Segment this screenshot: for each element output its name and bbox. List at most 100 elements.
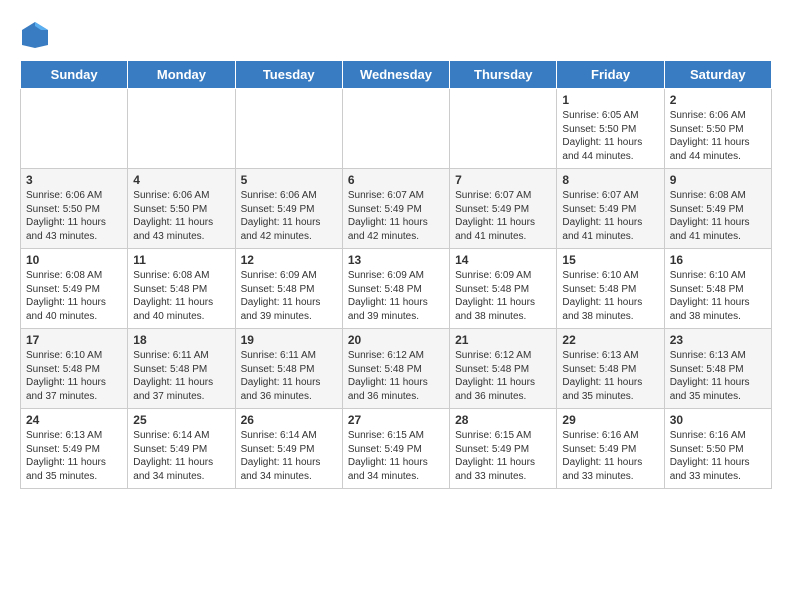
day-info: Sunrise: 6:09 AM Sunset: 5:48 PM Dayligh… — [348, 269, 444, 323]
header — [20, 20, 772, 50]
day-number: 22 — [562, 333, 658, 347]
calendar-cell: 25 Sunrise: 6:14 AM Sunset: 5:49 PM Dayli… — [128, 409, 235, 489]
day-number: 23 — [670, 333, 766, 347]
day-number: 19 — [241, 333, 337, 347]
calendar-cell: 10Sunrise: 6:08 AM Sunset: 5:49 PM Dayli… — [21, 249, 128, 329]
day-info: Sunrise: 6:10 AM Sunset: 5:48 PM Dayligh… — [670, 269, 766, 323]
day-info: Sunrise: 6:07 AM Sunset: 5:49 PM Dayligh… — [455, 189, 551, 243]
calendar-cell — [21, 89, 128, 169]
calendar-cell — [235, 89, 342, 169]
day-number: 21 — [455, 333, 551, 347]
header-day-saturday: Saturday — [664, 61, 771, 89]
day-number: 2 — [670, 93, 766, 107]
day-info: Sunrise: 6:15 AM Sunset: 5:49 PM Dayligh… — [348, 429, 444, 483]
calendar-table: SundayMondayTuesdayWednesdayThursdayFrid… — [20, 60, 772, 489]
day-info: Sunrise: 6:14 AM Sunset: 5:49 PM Dayligh… — [133, 429, 229, 483]
day-info: Sunrise: 6:13 AM Sunset: 5:48 PM Dayligh… — [670, 349, 766, 403]
day-number: 17 — [26, 333, 122, 347]
calendar-cell: 20 Sunrise: 6:12 AM Sunset: 5:48 PM Dayli… — [342, 329, 449, 409]
calendar-cell: 2 Sunrise: 6:06 AM Sunset: 5:50 PM Daylig… — [664, 89, 771, 169]
day-info: Sunrise: 6:08 AM Sunset: 5:48 PM Dayligh… — [133, 269, 229, 323]
calendar-cell: 15 Sunrise: 6:10 AM Sunset: 5:48 PM Dayli… — [557, 249, 664, 329]
calendar-cell: 17 Sunrise: 6:10 AM Sunset: 5:48 PM Dayli… — [21, 329, 128, 409]
day-info: Sunrise: 6:11 AM Sunset: 5:48 PM Dayligh… — [133, 349, 229, 403]
day-info: Sunrise: 6:16 AM Sunset: 5:50 PM Dayligh… — [670, 429, 766, 483]
day-info: Sunrise: 6:11 AM Sunset: 5:48 PM Dayligh… — [241, 349, 337, 403]
header-day-monday: Monday — [128, 61, 235, 89]
day-number: 29 — [562, 413, 658, 427]
day-info: Sunrise: 6:14 AM Sunset: 5:49 PM Dayligh… — [241, 429, 337, 483]
week-row-1: 3 Sunrise: 6:06 AM Sunset: 5:50 PM Daylig… — [21, 169, 772, 249]
logo-icon — [20, 20, 50, 50]
day-number: 7 — [455, 173, 551, 187]
calendar-cell: 8Sunrise: 6:07 AM Sunset: 5:49 PM Daylig… — [557, 169, 664, 249]
header-day-wednesday: Wednesday — [342, 61, 449, 89]
day-number: 16 — [670, 253, 766, 267]
calendar-cell: 6 Sunrise: 6:07 AM Sunset: 5:49 PM Daylig… — [342, 169, 449, 249]
day-info: Sunrise: 6:08 AM Sunset: 5:49 PM Dayligh… — [670, 189, 766, 243]
day-info: Sunrise: 6:09 AM Sunset: 5:48 PM Dayligh… — [455, 269, 551, 323]
day-number: 28 — [455, 413, 551, 427]
week-row-0: 1 Sunrise: 6:05 AM Sunset: 5:50 PM Daylig… — [21, 89, 772, 169]
calendar-cell: 7 Sunrise: 6:07 AM Sunset: 5:49 PM Daylig… — [450, 169, 557, 249]
day-info: Sunrise: 6:16 AM Sunset: 5:49 PM Dayligh… — [562, 429, 658, 483]
day-number: 20 — [348, 333, 444, 347]
day-info: Sunrise: 6:07 AM Sunset: 5:49 PM Dayligh… — [562, 189, 658, 243]
calendar-cell: 26 Sunrise: 6:14 AM Sunset: 5:49 PM Dayli… — [235, 409, 342, 489]
day-number: 30 — [670, 413, 766, 427]
calendar-cell: 18Sunrise: 6:11 AM Sunset: 5:48 PM Dayli… — [128, 329, 235, 409]
calendar-cell — [450, 89, 557, 169]
day-info: Sunrise: 6:13 AM Sunset: 5:49 PM Dayligh… — [26, 429, 122, 483]
header-row: SundayMondayTuesdayWednesdayThursdayFrid… — [21, 61, 772, 89]
calendar-cell: 1 Sunrise: 6:05 AM Sunset: 5:50 PM Daylig… — [557, 89, 664, 169]
day-number: 24 — [26, 413, 122, 427]
day-number: 26 — [241, 413, 337, 427]
week-row-2: 10Sunrise: 6:08 AM Sunset: 5:49 PM Dayli… — [21, 249, 772, 329]
logo — [20, 20, 54, 50]
calendar-cell: 27Sunrise: 6:15 AM Sunset: 5:49 PM Dayli… — [342, 409, 449, 489]
day-info: Sunrise: 6:15 AM Sunset: 5:49 PM Dayligh… — [455, 429, 551, 483]
day-info: Sunrise: 6:10 AM Sunset: 5:48 PM Dayligh… — [26, 349, 122, 403]
header-day-friday: Friday — [557, 61, 664, 89]
day-info: Sunrise: 6:10 AM Sunset: 5:48 PM Dayligh… — [562, 269, 658, 323]
day-info: Sunrise: 6:06 AM Sunset: 5:49 PM Dayligh… — [241, 189, 337, 243]
day-info: Sunrise: 6:06 AM Sunset: 5:50 PM Dayligh… — [670, 109, 766, 163]
day-number: 6 — [348, 173, 444, 187]
calendar-cell: 4 Sunrise: 6:06 AM Sunset: 5:50 PM Daylig… — [128, 169, 235, 249]
day-info: Sunrise: 6:07 AM Sunset: 5:49 PM Dayligh… — [348, 189, 444, 243]
day-info: Sunrise: 6:09 AM Sunset: 5:48 PM Dayligh… — [241, 269, 337, 323]
calendar-cell: 24 Sunrise: 6:13 AM Sunset: 5:49 PM Dayli… — [21, 409, 128, 489]
day-number: 10 — [26, 253, 122, 267]
calendar-cell — [342, 89, 449, 169]
day-number: 1 — [562, 93, 658, 107]
day-number: 11 — [133, 253, 229, 267]
week-row-4: 24 Sunrise: 6:13 AM Sunset: 5:49 PM Dayli… — [21, 409, 772, 489]
calendar-cell: 19 Sunrise: 6:11 AM Sunset: 5:48 PM Dayli… — [235, 329, 342, 409]
day-number: 5 — [241, 173, 337, 187]
day-number: 15 — [562, 253, 658, 267]
day-number: 14 — [455, 253, 551, 267]
calendar-cell: 16 Sunrise: 6:10 AM Sunset: 5:48 PM Dayli… — [664, 249, 771, 329]
calendar-cell: 21 Sunrise: 6:12 AM Sunset: 5:48 PM Dayli… — [450, 329, 557, 409]
day-info: Sunrise: 6:06 AM Sunset: 5:50 PM Dayligh… — [26, 189, 122, 243]
day-number: 9 — [670, 173, 766, 187]
day-info: Sunrise: 6:05 AM Sunset: 5:50 PM Dayligh… — [562, 109, 658, 163]
calendar-cell: 23 Sunrise: 6:13 AM Sunset: 5:48 PM Dayli… — [664, 329, 771, 409]
day-number: 25 — [133, 413, 229, 427]
calendar-cell: 29 Sunrise: 6:16 AM Sunset: 5:49 PM Dayli… — [557, 409, 664, 489]
calendar-cell: 30 Sunrise: 6:16 AM Sunset: 5:50 PM Dayli… — [664, 409, 771, 489]
day-info: Sunrise: 6:06 AM Sunset: 5:50 PM Dayligh… — [133, 189, 229, 243]
week-row-3: 17 Sunrise: 6:10 AM Sunset: 5:48 PM Dayli… — [21, 329, 772, 409]
day-info: Sunrise: 6:12 AM Sunset: 5:48 PM Dayligh… — [348, 349, 444, 403]
header-day-tuesday: Tuesday — [235, 61, 342, 89]
day-info: Sunrise: 6:12 AM Sunset: 5:48 PM Dayligh… — [455, 349, 551, 403]
day-number: 4 — [133, 173, 229, 187]
day-number: 3 — [26, 173, 122, 187]
calendar-cell: 28 Sunrise: 6:15 AM Sunset: 5:49 PM Dayli… — [450, 409, 557, 489]
calendar-header: SundayMondayTuesdayWednesdayThursdayFrid… — [21, 61, 772, 89]
calendar-cell: 12Sunrise: 6:09 AM Sunset: 5:48 PM Dayli… — [235, 249, 342, 329]
day-number: 13 — [348, 253, 444, 267]
calendar-body: 1 Sunrise: 6:05 AM Sunset: 5:50 PM Daylig… — [21, 89, 772, 489]
calendar-cell: 3 Sunrise: 6:06 AM Sunset: 5:50 PM Daylig… — [21, 169, 128, 249]
header-day-sunday: Sunday — [21, 61, 128, 89]
